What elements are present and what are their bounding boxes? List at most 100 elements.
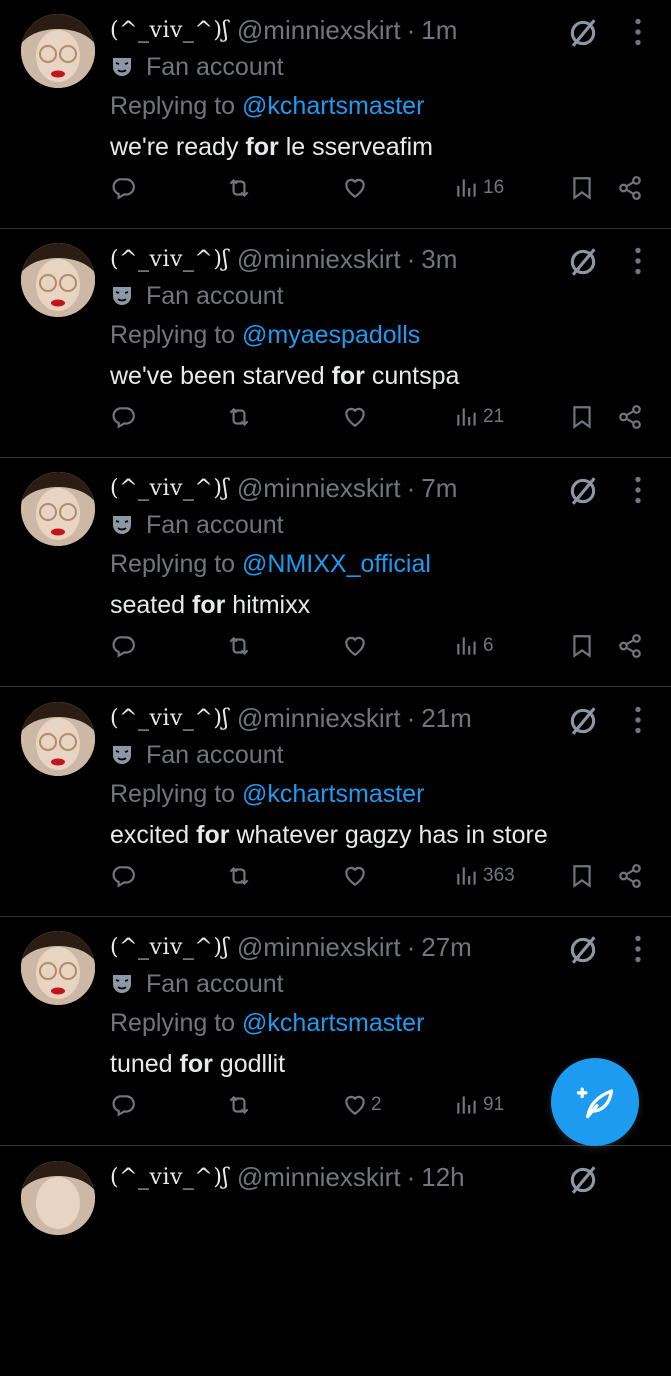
- avatar-image: [21, 243, 95, 317]
- timestamp[interactable]: 7m: [421, 473, 457, 504]
- text-after: godllit: [219, 1050, 286, 1078]
- mute-icon[interactable]: [566, 474, 600, 508]
- handle[interactable]: @minniexskirt: [237, 15, 401, 46]
- timeline: (^_viv_^)ʃ @minniexskirt · 1m Fan accoun…: [0, 0, 671, 1235]
- more-icon[interactable]: [628, 472, 648, 508]
- reply-icon: [112, 178, 135, 200]
- handle[interactable]: @minniexskirt: [237, 1162, 401, 1193]
- share-icon: [619, 405, 641, 429]
- fan-account-badge: Fan account: [110, 280, 284, 312]
- mention-link[interactable]: @kchartsmaster: [242, 1009, 424, 1037]
- handle[interactable]: @minniexskirt: [237, 932, 401, 963]
- bookmark-button[interactable]: [569, 626, 595, 666]
- replying-to: Replying to @myaespadolls: [110, 321, 420, 350]
- share-button[interactable]: [617, 397, 643, 437]
- like-button[interactable]: [342, 397, 371, 437]
- retweet-button[interactable]: [226, 856, 252, 896]
- views-button[interactable]: 363: [454, 856, 515, 896]
- handle[interactable]: @minniexskirt: [237, 244, 401, 275]
- retweet-button[interactable]: [226, 626, 252, 666]
- retweet-icon: [229, 636, 249, 656]
- reply-button[interactable]: [110, 397, 136, 437]
- display-name[interactable]: (^_viv_^)ʃ: [110, 706, 229, 731]
- action-bar: 363: [0, 856, 671, 896]
- like-button[interactable]: [342, 626, 371, 666]
- text-before: excited: [110, 821, 190, 849]
- display-name[interactable]: (^_viv_^)ʃ: [110, 1165, 229, 1190]
- avatar[interactable]: [21, 243, 95, 317]
- mention-link[interactable]: @NMIXX_official: [242, 550, 431, 578]
- display-name[interactable]: (^_viv_^)ʃ: [110, 476, 229, 501]
- mention-link[interactable]: @kchartsmaster: [242, 92, 424, 120]
- mute-icon[interactable]: [566, 933, 600, 967]
- views-button[interactable]: 6: [454, 626, 494, 666]
- like-button[interactable]: 2: [342, 1085, 382, 1125]
- badge-label: Fan account: [146, 281, 284, 310]
- mute-icon[interactable]: [566, 245, 600, 279]
- replying-to: Replying to @kchartsmaster: [110, 780, 424, 809]
- display-name[interactable]: (^_viv_^)ʃ: [110, 935, 229, 960]
- tweet[interactable]: (^_viv_^)ʃ @minniexskirt · 12h: [0, 1147, 671, 1376]
- views-icon: [457, 867, 476, 885]
- tweet[interactable]: (^_viv_^)ʃ @minniexskirt · 21m Fan accou…: [0, 688, 671, 917]
- like-button[interactable]: [342, 856, 371, 896]
- more-icon[interactable]: [628, 702, 648, 738]
- retweet-button[interactable]: [226, 168, 252, 208]
- bookmark-button[interactable]: [569, 856, 595, 896]
- retweet-icon: [229, 407, 249, 427]
- reply-icon: [112, 866, 135, 888]
- share-button[interactable]: [617, 168, 643, 208]
- handle[interactable]: @minniexskirt: [237, 703, 401, 734]
- retweet-icon: [229, 178, 249, 198]
- timestamp[interactable]: 21m: [421, 703, 472, 734]
- reply-button[interactable]: [110, 1085, 136, 1125]
- share-button[interactable]: [617, 856, 643, 896]
- handle[interactable]: @minniexskirt: [237, 473, 401, 504]
- tweet-text: seated for hitmixx: [110, 591, 310, 620]
- retweet-button[interactable]: [226, 1085, 252, 1125]
- bookmark-icon: [573, 635, 591, 658]
- heart-icon: [345, 1095, 365, 1115]
- mention-link[interactable]: @kchartsmaster: [242, 780, 424, 808]
- badge-label: Fan account: [146, 510, 284, 539]
- text-before: we've been starved: [110, 362, 325, 390]
- bookmark-button[interactable]: [569, 397, 595, 437]
- avatar[interactable]: [21, 1161, 95, 1235]
- timestamp[interactable]: 27m: [421, 932, 472, 963]
- timestamp[interactable]: 3m: [421, 244, 457, 275]
- reply-button[interactable]: [110, 856, 136, 896]
- views-button[interactable]: 91: [454, 1085, 504, 1125]
- tweet[interactable]: (^_viv_^)ʃ @minniexskirt · 1m Fan accoun…: [0, 0, 671, 229]
- views-button[interactable]: 21: [454, 397, 504, 437]
- avatar[interactable]: [21, 14, 95, 88]
- tweet[interactable]: (^_viv_^)ʃ @minniexskirt · 3m Fan accoun…: [0, 229, 671, 458]
- mute-icon[interactable]: [566, 704, 600, 738]
- mute-icon[interactable]: [566, 16, 600, 50]
- tweet-header: (^_viv_^)ʃ @minniexskirt · 7m: [110, 470, 457, 506]
- display-name[interactable]: (^_viv_^)ʃ: [110, 247, 229, 272]
- reply-button[interactable]: [110, 168, 136, 208]
- mention-link[interactable]: @myaespadolls: [242, 321, 420, 349]
- more-icon[interactable]: [628, 14, 648, 50]
- more-icon[interactable]: [628, 243, 648, 279]
- avatar[interactable]: [21, 472, 95, 546]
- avatar[interactable]: [21, 702, 95, 776]
- timestamp[interactable]: 12h: [421, 1162, 464, 1193]
- reply-button[interactable]: [110, 626, 136, 666]
- display-name[interactable]: (^_viv_^)ʃ: [110, 18, 229, 43]
- fan-account-badge: Fan account: [110, 968, 284, 1000]
- reply-icon: [112, 1095, 135, 1117]
- like-button[interactable]: [342, 168, 371, 208]
- tweet[interactable]: (^_viv_^)ʃ @minniexskirt · 7m Fan accoun…: [0, 458, 671, 687]
- retweet-button[interactable]: [226, 397, 252, 437]
- more-icon[interactable]: [628, 931, 648, 967]
- mute-icon[interactable]: [566, 1163, 600, 1197]
- avatar[interactable]: [21, 931, 95, 1005]
- avatar-image: [21, 1161, 95, 1235]
- timestamp[interactable]: 1m: [421, 15, 457, 46]
- views-button[interactable]: 16: [454, 168, 504, 208]
- compose-button[interactable]: [551, 1058, 639, 1146]
- share-button[interactable]: [617, 626, 643, 666]
- separator: ·: [406, 14, 416, 45]
- bookmark-button[interactable]: [569, 168, 595, 208]
